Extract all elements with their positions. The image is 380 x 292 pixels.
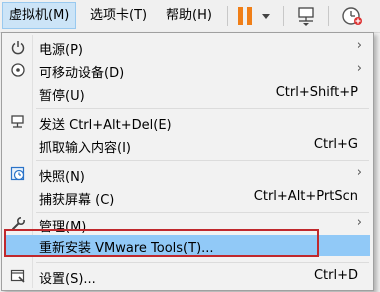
snapshot-clock-icon xyxy=(342,7,362,25)
submenu-arrow-icon: › xyxy=(356,215,362,230)
menu-item-grab-input[interactable]: 抓取输入内容(I) Ctrl+G xyxy=(4,135,370,156)
network-icon xyxy=(298,7,314,26)
menu-vm[interactable]: 虚拟机(M) xyxy=(2,2,77,29)
menu-separator xyxy=(36,108,369,109)
menu-separator xyxy=(36,262,369,263)
submenu-arrow-icon: › xyxy=(356,38,362,53)
pause-button[interactable] xyxy=(234,5,276,27)
menu-item-label: 暂停(U) xyxy=(39,89,85,104)
menu-item-label: 快照(N) xyxy=(39,170,85,185)
menu-item-shortcut: Ctrl+Alt+PrtScn xyxy=(253,189,358,204)
menu-item-reinstall-vmware-tools[interactable]: 重新安装 VMware Tools(T)... xyxy=(4,235,370,256)
menu-item-label: 管理(M) xyxy=(39,220,87,235)
submenu-arrow-icon: › xyxy=(356,165,362,180)
menu-item-pause[interactable]: 暂停(U) Ctrl+Shift+P xyxy=(4,83,370,104)
menu-item-capture-screen[interactable]: 捕获屏幕 (C) Ctrl+Alt+PrtScn xyxy=(4,187,370,208)
menu-item-label: 捕获屏幕 (C) xyxy=(39,193,115,208)
menu-item-power[interactable]: 电源(P) › xyxy=(4,37,370,58)
menu-tabs[interactable]: 选项卡(T) xyxy=(84,3,153,28)
menu-item-snapshot[interactable]: 快照(N) › xyxy=(4,164,370,185)
vm-dropdown-menu: 电源(P) › 可移动设备(D) › 暂停(U) Ctrl+Shift+P 发送… xyxy=(1,32,374,291)
menu-help[interactable]: 帮助(H) xyxy=(160,3,218,28)
menu-item-label: 可移动设备(D) xyxy=(39,66,125,81)
pause-icon xyxy=(238,7,270,25)
menu-bar: 虚拟机(M) 选项卡(T) 帮助(H) xyxy=(0,0,380,33)
snapshot-button[interactable] xyxy=(337,5,367,27)
toolbar-separator xyxy=(328,6,329,26)
send-keys-icon xyxy=(11,115,24,128)
menu-item-label: 设置(S)... xyxy=(39,272,96,287)
submenu-arrow-icon: › xyxy=(356,61,362,76)
menu-separator xyxy=(36,160,369,161)
settings-icon xyxy=(10,269,25,283)
menu-item-removable-devices[interactable]: 可移动设备(D) › xyxy=(4,60,370,81)
disc-icon xyxy=(11,63,25,77)
menu-item-label: 抓取输入内容(I) xyxy=(39,141,131,156)
network-button[interactable] xyxy=(293,5,321,27)
menu-item-label: 发送 Ctrl+Alt+Del(E) xyxy=(39,118,172,133)
menu-item-label: 重新安装 VMware Tools(T)... xyxy=(39,241,214,256)
menu-separator xyxy=(36,212,369,213)
menu-item-settings[interactable]: 设置(S)... Ctrl+D xyxy=(4,266,370,287)
power-icon xyxy=(11,41,25,55)
menu-item-shortcut: Ctrl+Shift+P xyxy=(275,85,358,100)
menu-item-send-ctrl-alt-del[interactable]: 发送 Ctrl+Alt+Del(E) xyxy=(4,112,370,133)
toolbar-separator xyxy=(283,6,284,26)
wrench-icon xyxy=(12,216,26,230)
menu-item-shortcut: Ctrl+G xyxy=(313,137,358,152)
menu-item-manage[interactable]: 管理(M) › xyxy=(4,214,370,235)
menu-item-label: 电源(P) xyxy=(39,43,83,58)
menu-item-shortcut: Ctrl+D xyxy=(313,268,358,283)
snapshot-icon xyxy=(10,166,25,181)
toolbar-separator xyxy=(227,6,228,26)
